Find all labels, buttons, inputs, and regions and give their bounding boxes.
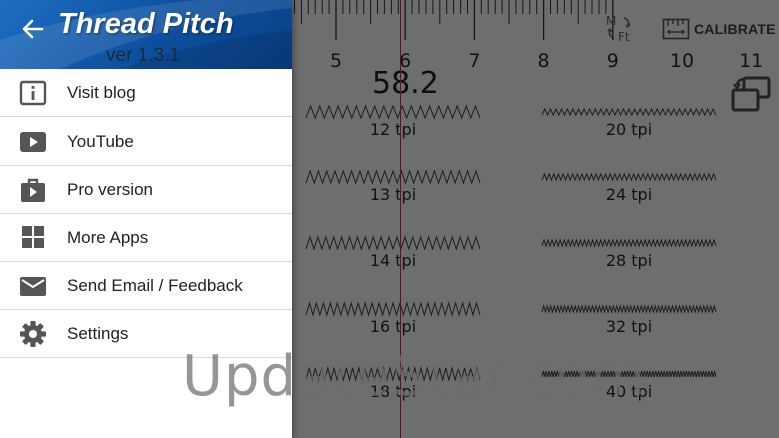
- menu-item-label: More Apps: [67, 228, 149, 247]
- gear-icon: [19, 321, 47, 347]
- grid-icon: [19, 225, 47, 251]
- app-title: Thread Pitch: [58, 8, 234, 40]
- menu-item-visit-blog[interactable]: Visit blog: [0, 69, 292, 117]
- menu-item-label: YouTube: [67, 132, 134, 151]
- menu-item-label: Visit blog: [67, 83, 136, 102]
- arrow-left-icon: [22, 19, 44, 39]
- mail-icon: [19, 273, 47, 299]
- menu-item-label: Send Email / Feedback: [67, 276, 243, 295]
- shopping-bag-icon: [19, 177, 47, 203]
- watermark: UpdateStar.com: [182, 344, 646, 409]
- app-version: ver 1.3.1: [106, 45, 180, 66]
- menu-item-more-apps[interactable]: More Apps: [0, 214, 292, 262]
- menu-item-label: Pro version: [67, 180, 153, 199]
- menu-item-youtube[interactable]: YouTube: [0, 118, 292, 166]
- menu-item-pro-version[interactable]: Pro version: [0, 166, 292, 214]
- back-button[interactable]: [18, 14, 48, 44]
- drawer-header: Thread Pitch ver 1.3.1: [0, 0, 292, 69]
- menu-item-label: Settings: [67, 324, 129, 343]
- menu-item-send-email[interactable]: Send Email / Feedback: [0, 262, 292, 310]
- play-icon: [19, 129, 47, 155]
- info-icon: [19, 80, 47, 106]
